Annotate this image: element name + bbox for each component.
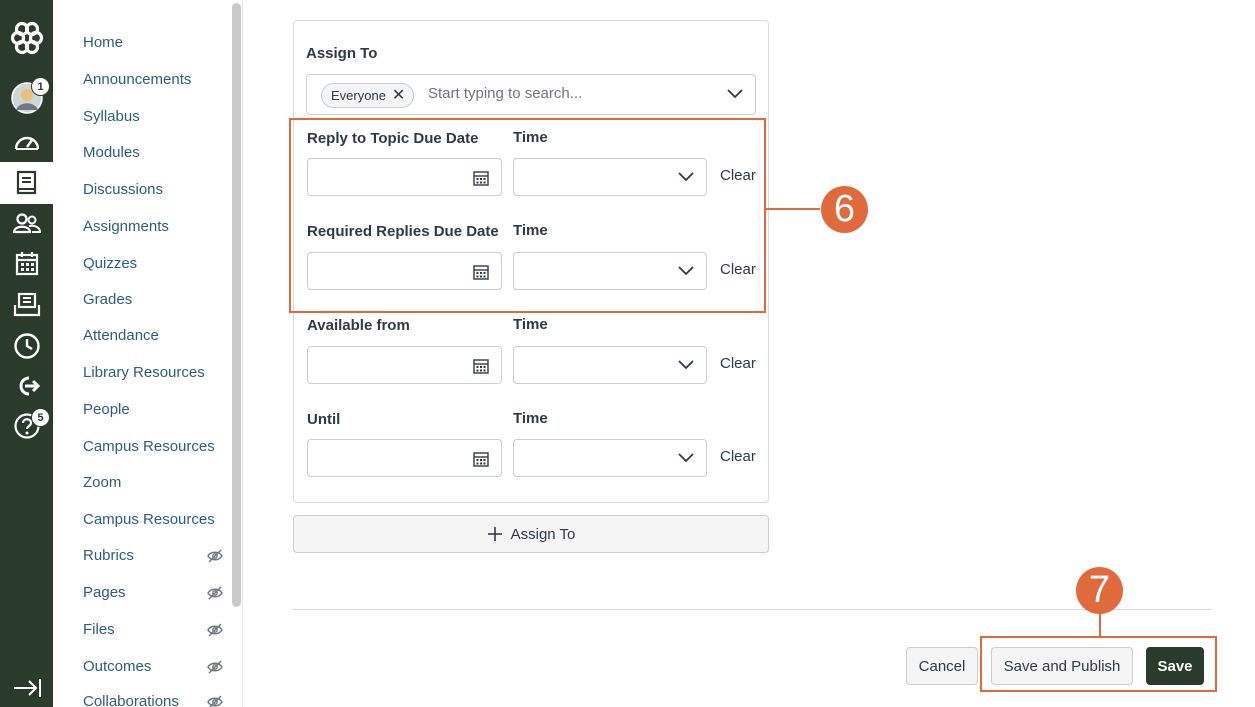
calendar-icon[interactable] — [0, 244, 53, 284]
calendar-icon[interactable] — [473, 451, 489, 467]
remove-tag-icon[interactable]: ✕ — [392, 87, 405, 104]
course-nav-campus-resources[interactable]: Campus Resources — [83, 435, 253, 459]
hidden-eye-icon — [207, 660, 223, 674]
course-nav-grades[interactable]: Grades — [83, 288, 253, 312]
callout-7: 7 — [1076, 567, 1123, 614]
inbox-icon[interactable] — [0, 285, 53, 325]
course-nav-campus-resources-2[interactable]: Campus Resources — [83, 508, 253, 532]
commons-icon[interactable] — [0, 366, 53, 406]
course-nav-library-resources[interactable]: Library Resources — [83, 361, 253, 385]
until-time-label: Time — [513, 410, 548, 427]
everyone-tag-label: Everyone — [331, 88, 386, 103]
available-from-clear-button[interactable]: Clear — [720, 355, 756, 372]
footer-divider — [293, 609, 1211, 610]
course-nav-people[interactable]: People — [83, 398, 253, 422]
chevron-down-icon[interactable] — [727, 89, 743, 99]
course-nav-outcomes[interactable]: Outcomes — [83, 655, 253, 679]
course-nav-outcomes-row[interactable]: Outcomes — [53, 655, 233, 679]
until-clear-button[interactable]: Clear — [720, 448, 756, 465]
account-avatar[interactable]: 1 — [0, 77, 53, 118]
callout-connector-7 — [1099, 612, 1101, 637]
course-nav-files[interactable]: Files — [83, 618, 253, 642]
course-nav-pages-row[interactable]: Pages — [53, 581, 233, 605]
course-nav-modules[interactable]: Modules — [83, 141, 253, 165]
hidden-eye-icon — [207, 695, 223, 707]
chevron-down-icon — [678, 360, 694, 370]
cancel-button[interactable]: Cancel — [906, 647, 978, 685]
assign-search-placeholder[interactable]: Start typing to search... — [428, 85, 582, 102]
plus-icon — [487, 527, 502, 541]
hidden-eye-icon — [207, 623, 223, 637]
course-nav-files-row[interactable]: Files — [53, 618, 233, 642]
assign-to-input[interactable]: Everyone ✕ Start typing to search... — [306, 74, 756, 115]
callout-6: 6 — [821, 186, 868, 233]
until-time-select[interactable] — [513, 439, 707, 477]
everyone-tag[interactable]: Everyone ✕ — [321, 83, 415, 108]
course-nav-collaborations-row[interactable]: Collaborations — [53, 690, 233, 707]
course-nav-home[interactable]: Home — [83, 31, 253, 55]
course-nav-zoom[interactable]: Zoom — [83, 471, 253, 495]
groups-icon[interactable] — [0, 204, 53, 244]
course-nav-announcements[interactable]: Announcements — [83, 68, 253, 92]
until-label: Until — [307, 411, 341, 428]
available-from-label: Available from — [307, 317, 410, 334]
course-nav-pages[interactable]: Pages — [83, 581, 253, 605]
available-from-time-select[interactable] — [513, 346, 707, 384]
available-from-input[interactable] — [307, 346, 502, 384]
course-nav-rubrics-row[interactable]: Rubrics — [53, 544, 233, 568]
callout-connector-6 — [766, 208, 820, 210]
available-from-time-label: Time — [513, 316, 548, 333]
courses-icon[interactable] — [0, 162, 53, 204]
assign-to-label: Assign To — [306, 45, 378, 62]
add-assign-to-button[interactable]: Assign To — [293, 515, 769, 553]
course-nav-discussions[interactable]: Discussions — [83, 178, 253, 202]
course-nav-scrollbar[interactable] — [232, 3, 241, 607]
help-badge: 5 — [31, 408, 50, 427]
hidden-eye-icon — [207, 586, 223, 600]
global-nav: 1 5 — [0, 0, 53, 707]
course-nav-rubrics[interactable]: Rubrics — [83, 544, 253, 568]
highlight-box-due-dates — [289, 118, 766, 313]
account-badge: 1 — [31, 77, 50, 96]
course-nav: Home Announcements Syllabus Modules Disc… — [53, 0, 243, 707]
until-input[interactable] — [307, 439, 502, 477]
course-nav-syllabus[interactable]: Syllabus — [83, 105, 253, 129]
help-icon[interactable]: 5 — [0, 406, 53, 446]
highlight-box-save-buttons — [980, 636, 1217, 692]
collapse-nav-icon[interactable] — [0, 668, 53, 707]
dashboard-icon[interactable] — [0, 122, 53, 162]
course-nav-quizzes[interactable]: Quizzes — [83, 252, 253, 276]
course-nav-assignments[interactable]: Assignments — [83, 215, 253, 239]
logo-icon[interactable] — [0, 18, 53, 58]
add-assign-to-label: Assign To — [510, 525, 576, 543]
calendar-icon[interactable] — [473, 358, 489, 374]
course-nav-attendance[interactable]: Attendance — [83, 324, 253, 348]
hidden-eye-icon — [207, 549, 223, 563]
chevron-down-icon — [678, 453, 694, 463]
history-icon[interactable] — [0, 326, 53, 366]
